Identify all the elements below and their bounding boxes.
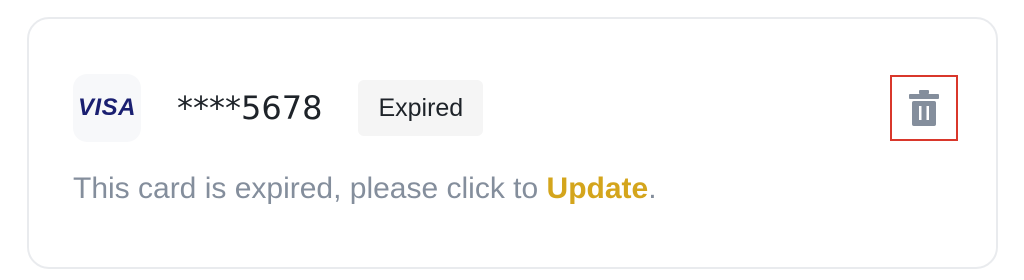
visa-logo: VISA	[73, 74, 141, 142]
expired-message: This card is expired, please click to Up…	[73, 172, 657, 206]
delete-card-button[interactable]	[890, 75, 958, 141]
masked-card-number: ****5678	[177, 89, 323, 127]
status-badge: Expired	[358, 80, 484, 136]
card-brand-label: VISA	[77, 94, 136, 121]
payment-card-item: VISA ****5678 Expired This card is expir…	[27, 17, 998, 269]
expired-message-suffix: .	[648, 172, 657, 205]
card-summary-row: VISA ****5678 Expired	[73, 73, 958, 143]
expired-message-text: This card is expired, please click to	[73, 172, 547, 205]
trash-icon	[909, 90, 939, 126]
update-link[interactable]: Update	[547, 172, 649, 205]
